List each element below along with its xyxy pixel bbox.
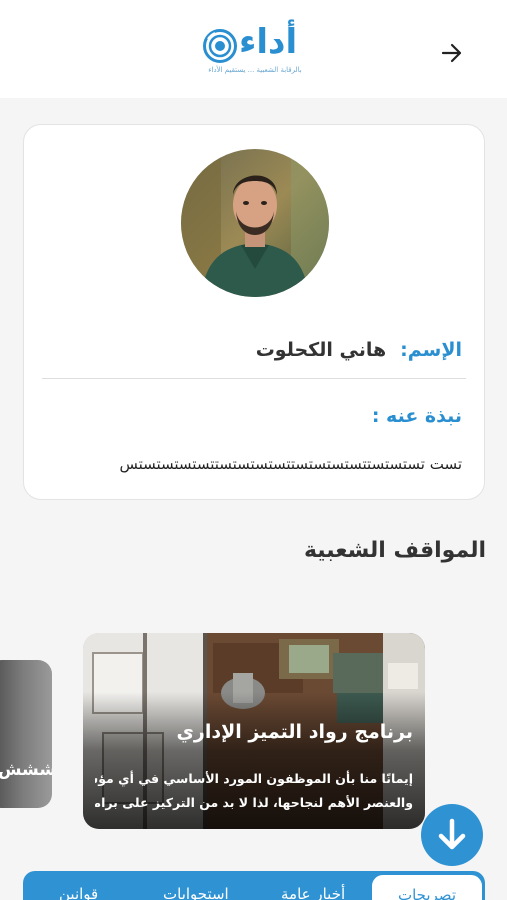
tab-general-news[interactable]: أخبار عامة xyxy=(281,885,345,900)
about-text: تست تستستستتستستستستتستستستستتستستستستس xyxy=(119,455,462,473)
about-label: نبذة عنه : xyxy=(371,405,462,427)
arrow-right-icon[interactable] xyxy=(440,42,464,64)
name-value: هاني الكحلوت xyxy=(255,339,387,361)
arrow-down-icon xyxy=(438,818,466,850)
card-description-line: إيمانًا منا بأن الموظفون المورد الأساسي … xyxy=(95,771,413,786)
logo-tagline: بالرقابة الشعبية ... يستقيم الأداء xyxy=(208,66,302,74)
avatar xyxy=(181,149,329,297)
name-label: الإسم: xyxy=(400,339,462,361)
avatar-photo xyxy=(181,149,329,297)
scroll-down-button[interactable] xyxy=(421,804,483,866)
app-logo: أداء بالرقابة الشعبية ... يستقيم الأداء xyxy=(203,22,307,82)
tab-statements-label: تصريحات xyxy=(397,886,456,900)
carousel-card[interactable]: ششششش xyxy=(0,660,52,808)
card-description-line: والعنصر الأهم لنجاحها، لذا لا بد من التر… xyxy=(95,795,413,810)
card-title: برنامج رواد التميز الإداري xyxy=(176,721,413,743)
tab-laws[interactable]: قوانين xyxy=(59,885,98,900)
card-title: ششششش xyxy=(0,760,52,780)
section-title: المواقف الشعبية xyxy=(303,538,486,563)
profile-card: الإسم: هاني الكحلوت نبذة عنه : تست تستست… xyxy=(23,124,485,500)
tab-statements[interactable]: تصريحات xyxy=(371,874,483,900)
name-row: الإسم: هاني الكحلوت xyxy=(44,330,462,370)
card-description: إيمانًا منا بأن الموظفون المورد الأساسي … xyxy=(95,767,413,815)
app-header: أداء بالرقابة الشعبية ... يستقيم الأداء xyxy=(0,0,507,98)
logo-mark-icon xyxy=(203,29,237,63)
carousel-card-featured[interactable]: برنامج رواد التميز الإداري إيمانًا منا ب… xyxy=(83,633,425,829)
tab-interrogations[interactable]: استجوابات xyxy=(163,885,229,900)
divider xyxy=(42,378,466,379)
logo-text: أداء xyxy=(239,22,298,62)
category-tabs: قوانين استجوابات أخبار عامة تصريحات xyxy=(23,871,485,900)
